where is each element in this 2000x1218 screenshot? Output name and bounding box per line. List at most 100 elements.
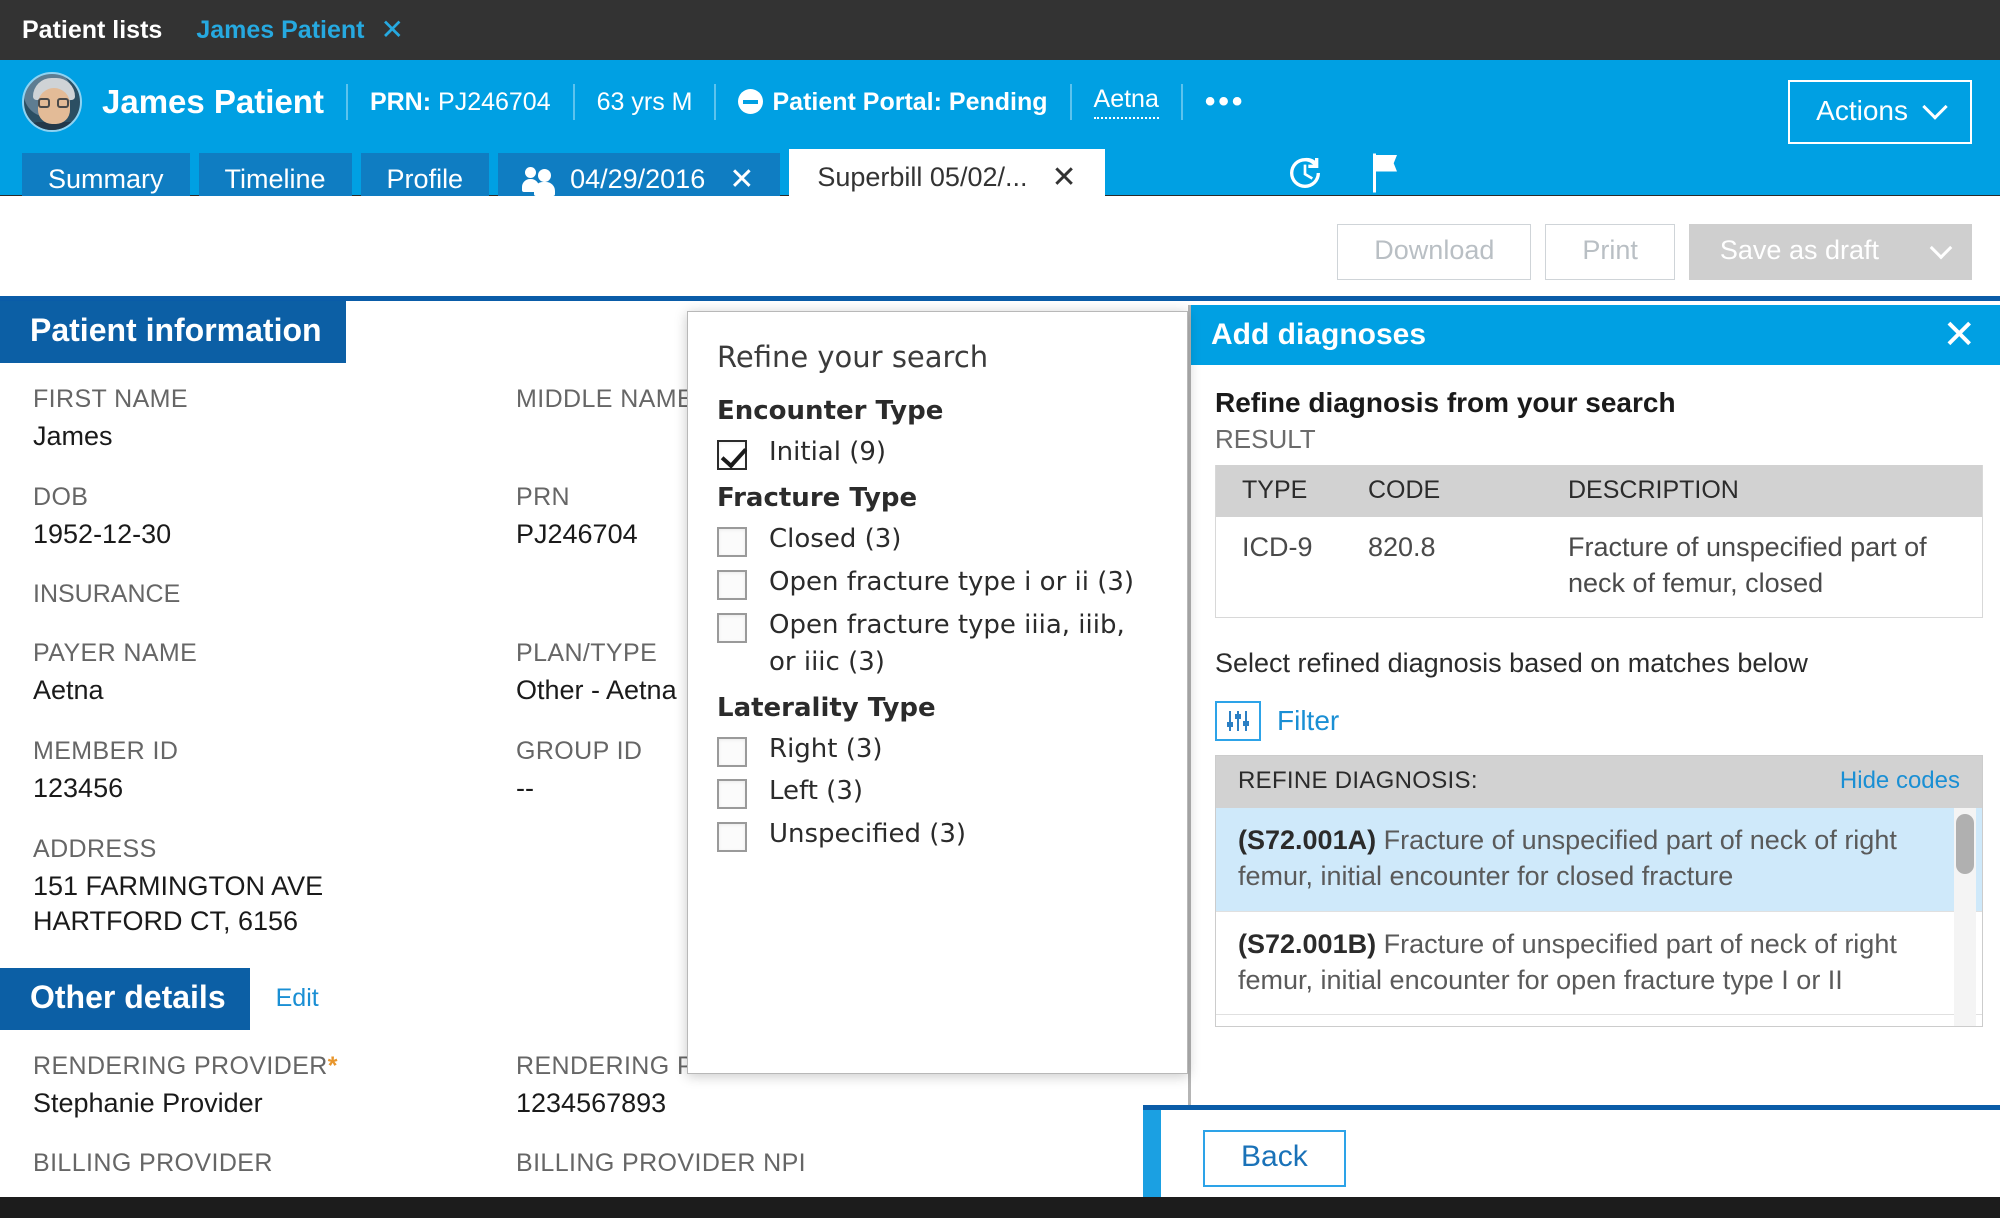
close-icon[interactable]: ✕	[1942, 315, 1976, 355]
result-table: TYPE CODE DESCRIPTION ICD-9 820.8 Fractu…	[1215, 465, 1983, 619]
required-asterisk: *	[327, 1051, 338, 1080]
tab-label: Summary	[48, 164, 164, 194]
add-diagnoses-header: Add diagnoses ✕	[1191, 305, 2000, 365]
hide-codes-link[interactable]: Hide codes	[1840, 767, 1960, 795]
refine-list-title: REFINE DIAGNOSIS:	[1238, 767, 1478, 795]
field-first-name: FIRST NAME James	[33, 385, 516, 455]
checkbox-open-i-or-ii[interactable]	[717, 569, 747, 600]
footer-accent-bar	[1143, 1110, 1161, 1197]
panel-title: Add diagnoses	[1211, 318, 1427, 351]
checkbox-row-closed[interactable]: Closed (3)	[717, 521, 1161, 558]
diagnosis-code: (S72.001B)	[1238, 928, 1377, 959]
field-label: MEMBER ID	[33, 736, 179, 765]
list-item[interactable]: (S72.001B) Fracture of unspecified part …	[1216, 912, 1982, 1015]
tab-label: 04/29/2016	[570, 164, 706, 194]
cell-type: ICD-9	[1242, 532, 1313, 562]
portal-pending-icon	[738, 88, 764, 114]
filter-control[interactable]: Filter	[1215, 701, 1974, 742]
checkbox-label: Right (3)	[769, 733, 883, 764]
checkbox-label: Open fracture type i or ii (3)	[769, 566, 1135, 597]
payer-link[interactable]: Aetna	[1093, 85, 1159, 119]
divider	[572, 84, 575, 120]
download-button[interactable]: Download	[1337, 224, 1532, 280]
checkbox-row-open-iiia-iiib-iiic[interactable]: Open fracture type iiia, iiib, or iiic (…	[717, 607, 1161, 681]
field-label: FIRST NAME	[33, 385, 188, 413]
more-options-icon[interactable]: •••	[1205, 85, 1246, 119]
popup-title: Refine your search	[717, 340, 989, 374]
result-label: RESULT	[1215, 424, 1316, 454]
save-as-draft-button[interactable]: Save as draft	[1688, 224, 1910, 280]
address-line-1: 151 FARMINGTON AVE	[33, 870, 324, 901]
checkbox-right[interactable]	[717, 736, 747, 767]
checkbox-left[interactable]	[717, 779, 747, 810]
divider	[1180, 84, 1183, 120]
field-label: DOB	[33, 482, 89, 511]
chevron-down-icon	[1922, 94, 1948, 120]
field-value: 123456	[33, 772, 124, 803]
checkbox-row-right[interactable]: Right (3)	[717, 731, 1161, 768]
print-button[interactable]: Print	[1545, 224, 1675, 280]
diagnosis-code: (S72.001A)	[1238, 825, 1377, 856]
divider	[1069, 84, 1072, 120]
chevron-down-icon	[1929, 236, 1953, 260]
field-member-id: MEMBER ID 123456	[33, 737, 516, 807]
checkbox-open-iiia-iiib-iiic[interactable]	[717, 612, 747, 643]
checkbox-label: Open fracture type iiia, iiib, or iiic (…	[769, 609, 1125, 677]
divider	[345, 84, 348, 120]
avatar	[22, 72, 82, 132]
flag-icon[interactable]	[1367, 152, 1403, 194]
section-title: Patient information	[0, 301, 346, 363]
add-diagnoses-panel: Add diagnoses ✕ Refine diagnosis from yo…	[1188, 305, 2000, 1105]
save-options-dropdown[interactable]	[1910, 224, 1972, 280]
address-line-2: HARTFORD CT, 6156	[33, 906, 299, 937]
tab-label: Profile	[386, 164, 464, 194]
column-header-code: CODE	[1368, 476, 1441, 504]
patient-portal-status: Patient Portal: Pending	[738, 88, 1048, 117]
history-icon[interactable]	[1285, 153, 1325, 193]
prn-label: PRN:	[369, 87, 432, 116]
filter-icon[interactable]	[1215, 701, 1261, 742]
refine-list-header: REFINE DIAGNOSIS: Hide codes	[1216, 756, 1982, 809]
checkbox-closed[interactable]	[717, 526, 747, 557]
checkbox-label: Initial (9)	[769, 437, 887, 467]
close-icon[interactable]: ✕	[380, 16, 403, 44]
refine-search-popup: Refine your search Encounter Type Initia…	[687, 311, 1188, 1074]
list-scrollbar-thumb[interactable]	[1956, 814, 1974, 875]
refine-heading: Refine diagnosis from your search	[1215, 387, 1676, 418]
list-item[interactable]: (S72.001A) Fracture of unspecified part …	[1216, 808, 1982, 912]
edit-link[interactable]: Edit	[276, 984, 319, 1013]
checkbox-row-unspecified[interactable]: Unspecified (3)	[717, 816, 1161, 853]
tab-action-icons	[1285, 152, 1403, 194]
column-header-description: DESCRIPTION	[1568, 476, 1739, 504]
checkbox-label: Closed (3)	[769, 523, 902, 554]
window-bottom-edge	[0, 1197, 2000, 1218]
checkbox-unspecified[interactable]	[717, 822, 747, 853]
group-heading-encounter-type: Encounter Type	[717, 396, 944, 426]
field-billing-provider-npi: BILLING PROVIDER NPI	[516, 1149, 999, 1183]
field-label: RENDERING PROVIDER*	[33, 1052, 516, 1081]
top-tab-strip: Patient lists James Patient ✕	[0, 0, 2000, 60]
back-button[interactable]: Back	[1203, 1130, 1346, 1187]
close-icon[interactable]: ✕	[729, 164, 754, 195]
close-icon[interactable]: ✕	[1052, 162, 1077, 193]
field-label: BILLING PROVIDER	[33, 1149, 273, 1178]
field-label: PAYER NAME	[33, 639, 198, 668]
field-value: James	[33, 421, 113, 451]
add-diagnoses-body: Refine diagnosis from your search RESULT…	[1191, 365, 2000, 1028]
table-row: ICD-9 820.8 Fracture of unspecified part…	[1216, 517, 1982, 618]
checkbox-initial[interactable]	[717, 440, 747, 470]
patient-tab-james[interactable]: James Patient	[196, 16, 364, 45]
label-text: RENDERING PROVIDER	[33, 1051, 328, 1080]
group-heading-fracture-type: Fracture Type	[717, 482, 918, 513]
list-item[interactable]: (S72.001C) Fracture of unspecified part …	[1216, 1015, 1982, 1026]
tab-label: Superbill 05/02/...	[817, 162, 1028, 192]
checkbox-row-initial[interactable]: Initial (9)	[717, 434, 1161, 471]
patient-lists-tab[interactable]: Patient lists	[22, 16, 162, 45]
section-title: Other details	[0, 967, 250, 1030]
checkbox-row-open-i-or-ii[interactable]: Open fracture type i or ii (3)	[717, 564, 1161, 601]
checkbox-row-left[interactable]: Left (3)	[717, 773, 1161, 810]
actions-button[interactable]: Actions	[1788, 80, 1972, 144]
filter-label[interactable]: Filter	[1277, 705, 1339, 737]
patient-prn: PRN: PJ246704	[370, 88, 551, 117]
field-value: 1234567893	[516, 1087, 667, 1118]
